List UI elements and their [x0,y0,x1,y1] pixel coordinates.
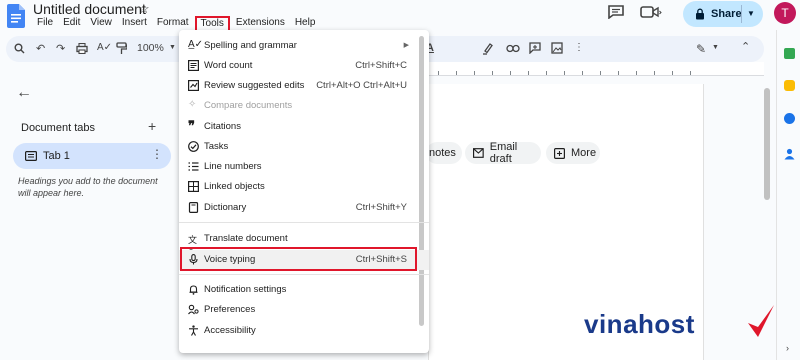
watermark-check-icon [748,305,774,337]
menu-view[interactable]: View [86,17,116,32]
insert-link-icon[interactable] [506,44,520,53]
review-edits-icon [188,80,199,91]
document-tab-icon [25,151,37,161]
redo-icon[interactable]: ↷ [56,42,65,55]
editing-mode-icon[interactable]: ✎ [696,42,706,56]
bell-icon [189,285,198,295]
docs-logo-icon[interactable] [7,4,25,28]
share-dropdown-icon[interactable]: ▼ [747,9,755,18]
more-chip[interactable]: More [546,142,600,164]
menu-edit[interactable]: Edit [59,17,84,32]
tab-item[interactable]: Tab 1 ⋮ [13,143,171,169]
menu-item-linked-objects[interactable]: Linked objects [179,177,429,197]
add-tab-icon[interactable]: + [148,118,156,134]
menu-divider [179,274,429,275]
menu-item-notification-settings[interactable]: Notification settings [179,280,429,300]
calendar-icon[interactable] [784,48,795,59]
lock-icon [696,8,704,20]
menu-item-preferences[interactable]: Preferences [179,300,429,320]
menu-item-compare-documents: ✧ Compare documents [188,99,293,111]
more-options-icon[interactable]: ⋮ [574,42,584,53]
line-numbers-icon [188,162,199,171]
dictionary-icon [188,202,199,213]
menu-item-dictionary[interactable]: Dictionary Ctrl+Shift+Y [179,198,429,218]
tab-options-icon[interactable]: ⋮ [151,147,163,161]
vinahost-watermark: vinahost [584,309,695,339]
insert-comment-icon[interactable] [529,42,541,54]
editing-mode-dropdown-icon[interactable]: ▼ [712,44,719,51]
document-tabs-heading: Document tabs [21,122,95,134]
headings-hint-text: Headings you add to the document will ap… [18,176,158,198]
citations-icon: ❞ [188,118,195,133]
email-draft-chip[interactable]: Email draft [465,141,541,165]
share-divider [741,5,742,23]
spellcheck-icon: A̲✓ [188,39,204,50]
highlight-color-icon[interactable] [482,42,493,55]
translate-icon: 文A [188,235,198,256]
chip-label: notes [429,147,456,159]
menu-file[interactable]: File [33,17,57,32]
menu-item-line-numbers[interactable]: Line numbers [179,157,429,177]
tab-label: Tab 1 [43,150,70,162]
chip-label: Email draft [489,141,518,165]
menu-insert[interactable]: Insert [118,17,151,32]
spellcheck-icon[interactable]: A✓ [97,42,112,53]
chip-label: More [571,147,597,159]
menu-item-word-count[interactable]: Word count Ctrl+Shift+C [179,56,429,76]
menu-item-tasks[interactable]: Tasks [179,137,429,157]
document-scrollbar[interactable] [764,88,770,200]
linked-objects-icon [188,181,199,192]
submenu-arrow-icon: ▶ [403,42,409,49]
contacts-icon[interactable] [784,148,795,160]
undo-icon[interactable]: ↶ [36,42,45,55]
word-count-icon [188,60,199,71]
tasks-icon[interactable] [784,113,795,124]
share-button[interactable]: Share ▼ [683,1,763,27]
keep-icon[interactable] [784,80,795,91]
document-title[interactable]: Untitled document [33,1,146,17]
ruler[interactable] [428,62,764,76]
tasks-check-icon [188,141,199,152]
expand-panel-icon[interactable]: › [786,343,789,353]
zoom-select[interactable]: 100% [137,42,164,54]
voice-typing-highlight [180,247,417,271]
paint-format-icon[interactable] [116,42,127,55]
insert-image-icon[interactable] [551,42,563,54]
menu-item-review-suggested-edits[interactable]: Review suggested edits Ctrl+Alt+O Ctrl+A… [179,76,429,96]
compare-icon: ✧ [188,99,197,110]
star-icon[interactable]: ☆ [138,1,150,17]
account-avatar[interactable]: T [774,2,796,24]
meeting-notes-chip[interactable]: notes [426,142,462,164]
menu-divider [179,222,429,223]
preferences-icon [188,304,199,315]
video-call-icon[interactable] [640,5,662,19]
menu-item-spelling-grammar[interactable]: A̲✓ Spelling and grammar ▶ [179,36,429,56]
share-label: Share [711,8,742,20]
search-menus-icon[interactable] [14,43,25,54]
back-arrow-icon[interactable]: ← [16,84,32,102]
menu-item-accessibility[interactable]: Accessibility [179,321,429,341]
comment-icon[interactable] [608,5,624,19]
menu-item-citations[interactable]: ❞ Citations [179,117,429,137]
email-draft-icon [473,148,484,158]
zoom-dropdown-icon[interactable]: ▼ [169,44,176,51]
more-templates-icon [554,147,565,159]
accessibility-icon [189,325,198,336]
print-icon[interactable] [76,43,88,54]
menu-item-translate-document[interactable]: 文A Translate document [179,229,429,256]
collapse-menus-icon[interactable]: ⌃ [741,40,750,53]
